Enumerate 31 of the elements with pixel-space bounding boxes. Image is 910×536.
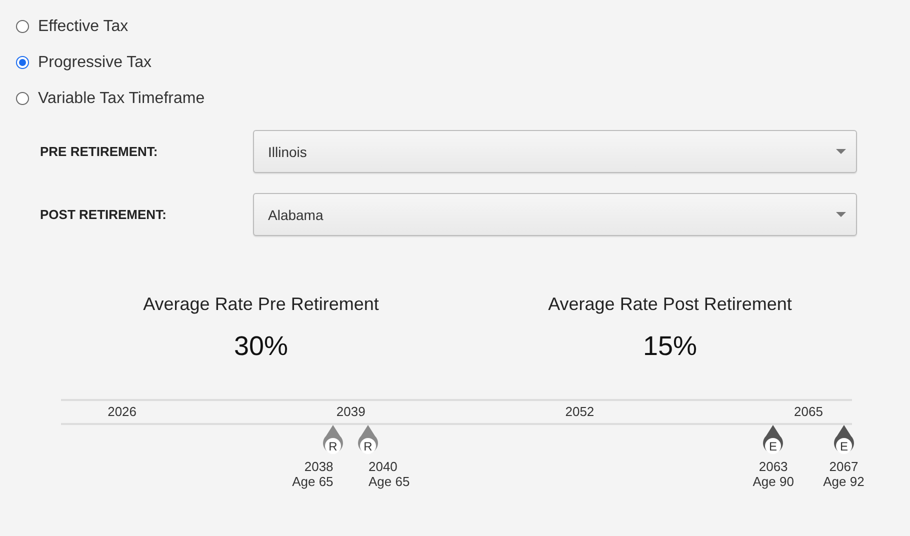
marker-age: Age 65 bbox=[368, 474, 410, 489]
radio-button[interactable] bbox=[16, 56, 29, 69]
marker-year: 2040 bbox=[368, 459, 398, 474]
state-dropdown[interactable]: Alabama bbox=[253, 193, 857, 236]
radio-label: Progressive Tax bbox=[38, 54, 152, 72]
axis-year: 2039 bbox=[336, 404, 366, 419]
radio-option[interactable]: Variable Tax Timeframe bbox=[16, 89, 205, 108]
radio-option[interactable]: Progressive Tax bbox=[16, 53, 152, 72]
caret-icon bbox=[836, 149, 846, 154]
radio-button[interactable] bbox=[16, 20, 29, 33]
average-rate: 15% bbox=[642, 331, 698, 362]
radio-label: Effective Tax bbox=[38, 18, 128, 36]
marker-year: 2067 bbox=[829, 459, 858, 474]
marker-age: Age 90 bbox=[752, 474, 794, 489]
average-title: Average Rate Pre Retirement bbox=[143, 294, 379, 315]
caret-icon bbox=[836, 212, 846, 217]
radio-option[interactable]: Effective Tax bbox=[16, 17, 128, 36]
axis-year: 2052 bbox=[565, 404, 594, 419]
field-label: PRE RETIREMENT: bbox=[39, 144, 159, 159]
marker-age: Age 65 bbox=[292, 474, 334, 489]
average-title: Average Rate Post Retirement bbox=[548, 294, 792, 315]
field-label: POST RETIREMENT: bbox=[39, 207, 168, 222]
axis-year: 2065 bbox=[794, 404, 823, 419]
marker-age: Age 92 bbox=[823, 474, 864, 489]
radio-label: Variable Tax Timeframe bbox=[38, 90, 205, 108]
average-rate: 30% bbox=[234, 331, 288, 362]
radio-button[interactable] bbox=[16, 92, 29, 105]
marker-year: 2063 bbox=[758, 459, 788, 474]
marker-year: 2038 bbox=[304, 459, 334, 474]
state-dropdown[interactable]: Illinois bbox=[253, 130, 857, 173]
axis-year: 2026 bbox=[108, 404, 137, 419]
